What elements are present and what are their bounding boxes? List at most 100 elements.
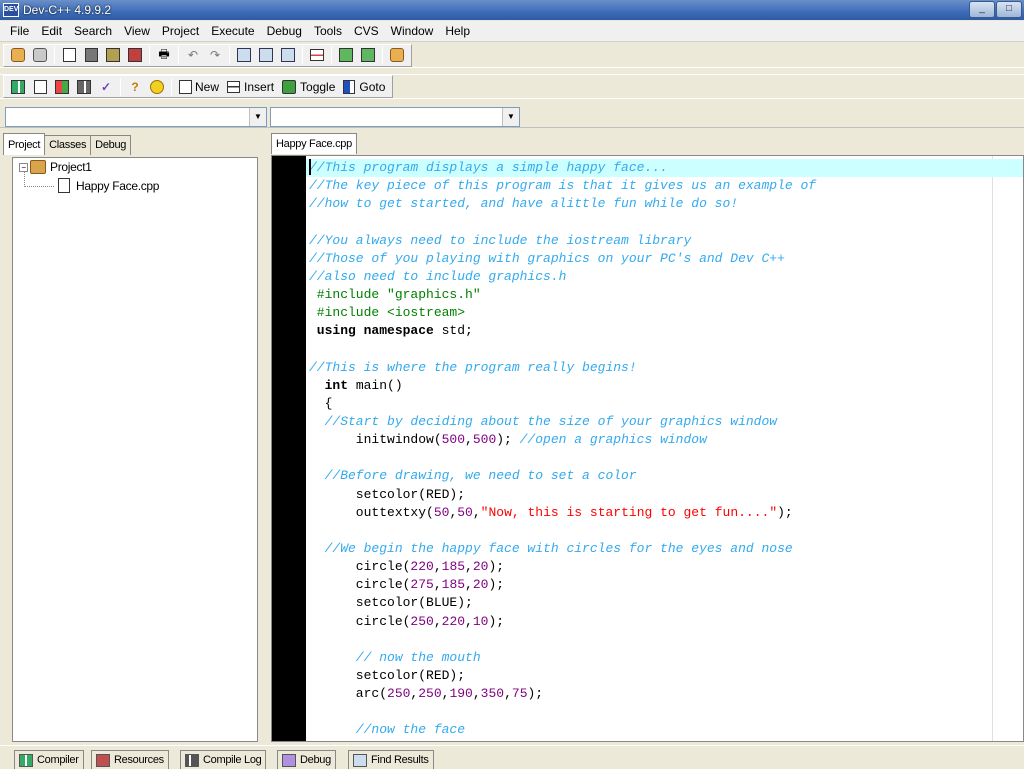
project-folder-icon [30,160,46,174]
compiler-icon [19,753,33,767]
new-icon [179,79,192,94]
code-token: 500 [441,432,466,448]
code-token: 250 [387,686,411,702]
find-icon[interactable] [234,45,254,65]
code-line: ​ [309,340,816,358]
menu-search[interactable]: Search [68,21,118,41]
code-line: using namespace std; [309,322,816,340]
class-combo[interactable]: ▼ [5,107,267,127]
project-panel: Project Classes Debug − Project1 Happy Fac… [0,131,268,744]
code-line: circle(250,220,10); [309,613,816,631]
bottom-tab-find-results[interactable]: Find Results [348,750,434,769]
code-token: circle( [309,577,411,593]
code-token: , [472,686,481,702]
print-icon[interactable]: 🖶 [154,45,174,65]
tab-debug[interactable]: Debug [90,135,132,155]
code-token: ); [527,686,544,702]
code-line: setcolor(RED); [309,667,816,685]
compile-run-icon[interactable] [52,77,72,97]
code-token: 250 [410,613,434,629]
save-icon[interactable] [81,45,101,65]
bottom-tab-resources[interactable]: Resources [91,750,169,769]
about-icon[interactable] [147,77,167,97]
code-editor[interactable]: //This program displays a simple happy f… [271,155,1024,742]
code-line: { [309,395,816,413]
code-token: 275 [410,577,434,593]
run-icon[interactable] [30,77,50,97]
goto-icon [343,79,356,94]
code-line: //We begin the happy face with circles f… [309,540,816,558]
code-line: //Those of you playing with graphics on … [309,250,816,268]
member-combo[interactable]: ▼ [270,107,520,127]
code-line: //how to get started, and have alittle f… [309,195,816,213]
secondary-toolbar: ✓ ? New Insert Toggle Goto [0,74,1024,99]
minimize-button[interactable]: _ [969,1,995,18]
maximize-button[interactable]: □ [996,1,1022,18]
find-next-icon[interactable] [278,45,298,65]
menu-execute[interactable]: Execute [205,21,260,41]
compile-icon[interactable] [8,77,28,97]
code-token: ); [496,432,520,448]
code-text[interactable]: //This program displays a simple happy f… [309,159,816,740]
menu-project[interactable]: Project [156,21,205,41]
editor-gutter[interactable] [272,156,306,741]
tree-file-node[interactable]: Happy Face.cpp [58,178,159,193]
redo-icon[interactable]: ↷ [205,45,225,65]
bottom-tab-compile-log[interactable]: Compile Log [180,750,267,769]
tab-classes[interactable]: Classes [44,135,92,155]
code-line: circle(220,185,20); [309,558,816,576]
project-tree: − Project1 Happy Face.cpp [12,157,258,742]
close-file-icon[interactable] [125,45,145,65]
save-all-icon[interactable] [103,45,123,65]
chevron-down-icon[interactable]: ▼ [249,108,266,126]
code-token: using namespace [309,323,442,339]
remove-from-project-icon[interactable] [358,45,378,65]
menu-cvs[interactable]: CVS [348,21,385,41]
code-token: ); [488,613,505,629]
new-project-icon[interactable] [8,45,28,65]
chevron-down-icon[interactable]: ▼ [502,108,519,126]
open-project-icon[interactable] [30,45,50,65]
code-token: //Those of you playing with graphics on … [309,250,785,266]
bottom-tab-debug[interactable]: Debug [277,750,336,769]
goto-line-icon[interactable] [307,45,327,65]
bottom-tab-compiler[interactable]: Compiler [14,750,84,769]
code-token: , [504,686,512,702]
add-to-project-icon[interactable] [336,45,356,65]
undo-icon[interactable]: ↶ [183,45,203,65]
menu-debug[interactable]: Debug [261,21,308,41]
menu-edit[interactable]: Edit [35,21,68,41]
menu-window[interactable]: Window [385,21,440,41]
help-icon[interactable]: ? [125,77,145,97]
code-token: main() [355,377,403,393]
new-file-icon[interactable] [59,45,79,65]
code-line: //This is where the program really begin… [309,359,816,377]
tree-project-node[interactable]: − Project1 [19,160,92,174]
menu-file[interactable]: File [4,21,35,41]
editor-tab[interactable]: Happy Face.cpp [271,133,357,154]
insert-button[interactable]: Insert [223,77,278,97]
code-token: 220 [410,559,434,575]
menu-tools[interactable]: Tools [308,21,348,41]
code-line: ​ [309,703,816,721]
tab-project[interactable]: Project [3,133,46,155]
rebuild-all-icon[interactable] [74,77,94,97]
code-line: ​ [309,213,816,231]
code-token: setcolor(RED); [309,486,466,502]
project-options-icon[interactable] [387,45,407,65]
check-syntax-icon[interactable]: ✓ [96,77,116,97]
insert-icon [227,80,241,93]
code-token: std; [441,323,473,339]
code-token: //We begin the happy face with circles f… [309,540,793,556]
menu-view[interactable]: View [118,21,156,41]
new-button[interactable]: New [175,77,223,97]
menu-help[interactable]: Help [439,21,476,41]
code-token: 350 [480,686,505,702]
compile-log-icon [185,753,199,767]
title-bar: DEV Dev-C++ 4.9.9.2 _ □ [0,0,1024,20]
code-token: 190 [449,686,473,702]
toggle-bookmark-button[interactable]: Toggle [278,77,339,97]
replace-icon[interactable] [256,45,276,65]
code-line: setcolor(RED); [309,486,816,504]
goto-bookmark-button[interactable]: Goto [339,77,389,97]
